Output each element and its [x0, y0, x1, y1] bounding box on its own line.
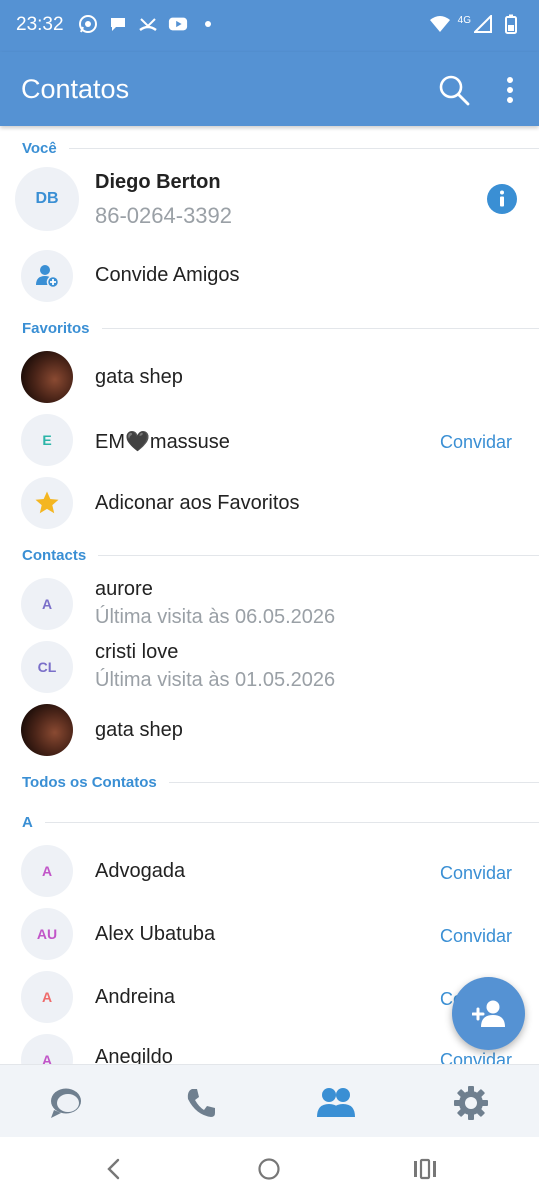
system-navigation — [0, 1137, 539, 1200]
section-header-all: Todos os Contatos — [22, 772, 539, 792]
section-header-contacts: Contacts — [22, 545, 539, 565]
more-options-button[interactable] — [496, 74, 524, 106]
section-header-letter-a: A — [22, 812, 539, 832]
add-contact-icon — [471, 1000, 505, 1027]
invite-button[interactable]: Convidar — [440, 1050, 512, 1064]
dot-icon — [198, 14, 218, 34]
contact-name: Anegildo — [95, 1046, 173, 1064]
add-favorites-label: Adiconar aos Favoritos — [95, 492, 300, 514]
page-title: Contatos — [21, 74, 130, 104]
section-header-you: Você — [22, 138, 539, 158]
tab-calls[interactable] — [181, 1083, 221, 1123]
contact-name: gata shep — [95, 366, 183, 388]
status-system-icons: 4G — [429, 14, 521, 34]
contact-name: Advogada — [95, 860, 186, 882]
back-button[interactable] — [101, 1156, 127, 1182]
bottom-navigation — [0, 1064, 539, 1137]
add-person-icon — [21, 250, 73, 302]
contact-name: cristi love — [95, 641, 179, 663]
wifi-icon — [429, 14, 450, 34]
invite-button[interactable]: Convidar — [440, 926, 512, 947]
status-notification-icons — [78, 14, 218, 34]
more-vert-icon — [507, 77, 513, 103]
avatar: CL — [21, 641, 73, 693]
contact-name: Andreina — [95, 986, 176, 1008]
recents-icon — [414, 1158, 436, 1180]
battery-icon — [501, 14, 521, 34]
last-seen: Última visita às 01.05.2026 — [95, 669, 336, 691]
signal-icon — [473, 14, 493, 34]
contact-name: gata shep — [95, 719, 183, 741]
status-bar: 23:32 4G — [0, 0, 539, 52]
contacts-icon — [317, 1088, 355, 1117]
info-button[interactable] — [487, 184, 517, 214]
missed-call-icon — [138, 14, 158, 34]
settings-icon — [454, 1086, 488, 1120]
invite-button[interactable]: Convidar — [440, 432, 512, 453]
section-header-favorites: Favoritos — [22, 318, 539, 338]
add-contact-button[interactable] — [452, 977, 525, 1050]
calls-icon — [187, 1089, 215, 1117]
tab-contacts[interactable] — [316, 1083, 356, 1123]
invite-friends-label: Convide Amigos — [95, 264, 240, 286]
avatar-photo — [21, 704, 73, 756]
app-bar: Contatos — [0, 52, 539, 126]
network-type: 4G — [457, 14, 471, 26]
search-icon — [439, 75, 470, 106]
status-time: 23:32 — [16, 14, 64, 35]
avatar-photo — [21, 351, 73, 403]
avatar: AU — [21, 908, 73, 960]
star-icon — [21, 477, 73, 529]
search-button[interactable] — [436, 72, 472, 108]
avatar: A — [21, 971, 73, 1023]
avatar: A — [21, 1034, 73, 1064]
avatar: A — [21, 845, 73, 897]
tab-chats[interactable] — [47, 1083, 87, 1123]
home-button[interactable] — [256, 1156, 282, 1182]
back-icon — [107, 1158, 120, 1180]
tab-settings[interactable] — [451, 1083, 491, 1123]
invite-button[interactable]: Convidar — [440, 863, 512, 884]
chats-icon — [51, 1088, 81, 1118]
avatar: E — [21, 414, 73, 466]
my-phone: 86-0264-3392 — [95, 203, 233, 228]
my-name: Diego Berton — [95, 171, 221, 193]
recents-button[interactable] — [412, 1156, 438, 1182]
avatar: DB — [15, 167, 79, 231]
whatsapp-icon — [78, 14, 98, 34]
last-seen: Última visita às 06.05.2026 — [95, 606, 336, 628]
contacts-list[interactable]: Você DB Diego Berton 86-0264-3392 Convid… — [0, 126, 539, 1064]
chat-bubble-icon — [108, 14, 128, 34]
avatar: A — [21, 578, 73, 630]
youtube-icon — [168, 14, 188, 34]
home-icon — [258, 1158, 280, 1180]
info-icon — [487, 184, 517, 214]
contact-name: Alex Ubatuba — [95, 923, 216, 945]
contact-name: aurore — [95, 578, 153, 600]
contact-name: EM🖤massuse — [95, 431, 230, 453]
